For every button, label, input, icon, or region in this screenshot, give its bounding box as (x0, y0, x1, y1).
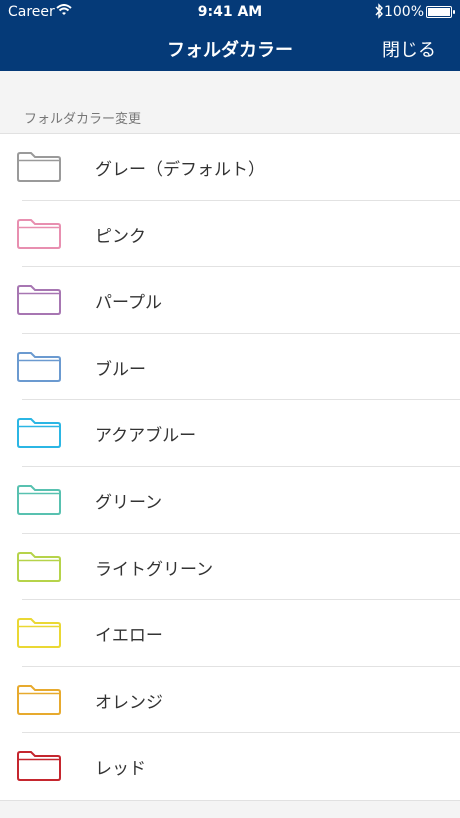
folder-icon (16, 484, 62, 516)
app-header: Career 9:41 AM 100% フォルダカラー 閉じる (0, 0, 460, 71)
color-option-row[interactable]: ライトグリーン (0, 534, 460, 601)
color-option-label: レッド (95, 759, 146, 780)
folder-icon (16, 617, 62, 649)
color-option-label: ピンク (95, 226, 146, 247)
folder-icon (16, 750, 62, 782)
color-option-row[interactable]: イエロー (0, 600, 460, 667)
color-option-row[interactable]: アクアブルー (0, 400, 460, 467)
status-bar: Career 9:41 AM 100% (0, 0, 460, 24)
color-option-row[interactable]: グレー（デフォルト） (0, 134, 460, 201)
color-option-row[interactable]: ピンク (0, 201, 460, 268)
color-option-label: イエロー (95, 626, 163, 647)
color-option-row[interactable]: オレンジ (0, 667, 460, 734)
color-option-label: ライトグリーン (95, 559, 214, 580)
battery-percent: 100% (383, 4, 424, 20)
folder-icon (16, 551, 62, 583)
close-button[interactable]: 閉じる (382, 36, 436, 62)
color-option-label: オレンジ (95, 692, 163, 713)
color-option-row[interactable]: グリーン (0, 467, 460, 534)
color-option-row[interactable]: ブルー (0, 334, 460, 401)
color-option-label: アクアブルー (95, 426, 197, 447)
folder-icon (16, 684, 62, 716)
color-option-row[interactable]: パープル (0, 267, 460, 334)
battery-icon (426, 6, 455, 18)
color-list: グレー（デフォルト） ピンクパープルブルーアクアブルー グリーンライトグリーン イエロ… (0, 133, 460, 801)
color-option-label: ブルー (95, 359, 146, 380)
folder-icon (16, 417, 62, 449)
color-option-label: グレー（デフォルト） (95, 160, 265, 180)
color-option-label: パープル (95, 293, 162, 314)
color-option-label: グリーン (95, 492, 163, 513)
section-header: フォルダカラー変更 (24, 112, 142, 127)
folder-icon (16, 351, 62, 383)
folder-icon (16, 151, 62, 183)
folder-icon (16, 284, 62, 316)
bluetooth-icon (374, 3, 384, 23)
folder-icon (16, 218, 62, 250)
color-option-row[interactable]: レッド (0, 733, 460, 800)
